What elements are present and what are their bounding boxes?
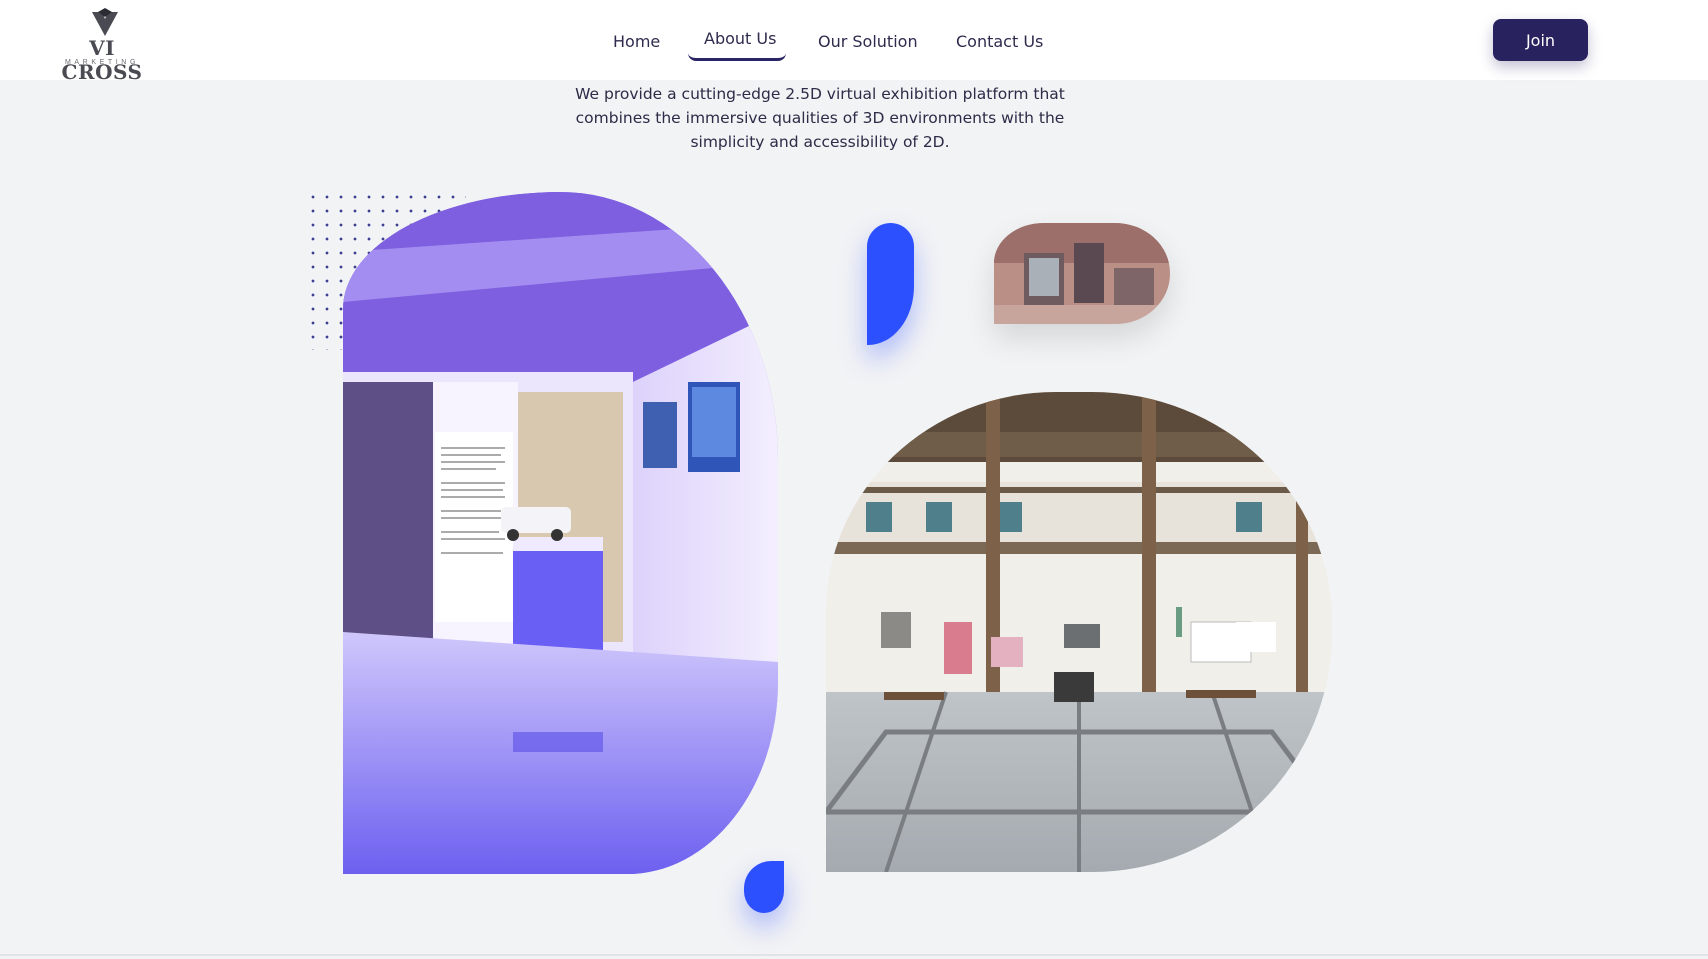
accent-shape-bottom	[744, 861, 784, 913]
accent-shape-top	[867, 223, 914, 345]
exhibition-hall-illustration	[826, 392, 1332, 872]
exhibition-image-hall	[826, 392, 1332, 872]
site-header: VI CROSS MARKETING Home About Us Our Sol…	[0, 0, 1708, 84]
nav-home[interactable]: Home	[613, 32, 660, 51]
nav-contact-us[interactable]: Contact Us	[956, 32, 1043, 51]
logo[interactable]: VI CROSS MARKETING	[46, 6, 166, 84]
exhibition-room-illustration	[343, 192, 778, 874]
nav-our-solution[interactable]: Our Solution	[818, 32, 918, 51]
brand-tagline: MARKETING	[64, 59, 139, 66]
exhibition-image-small	[994, 223, 1170, 324]
join-button[interactable]: Join	[1493, 19, 1588, 61]
nav-about-us[interactable]: About Us	[704, 29, 776, 48]
intro-text: We provide a cutting-edge 2.5D virtual e…	[575, 85, 1065, 151]
page: VI CROSS MARKETING Home About Us Our Sol…	[0, 0, 1708, 959]
exhibition-image-purple	[343, 192, 778, 874]
divider	[0, 954, 1708, 956]
active-nav-indicator	[688, 53, 786, 61]
logo-mark-icon	[92, 8, 118, 36]
studio-illustration	[994, 223, 1170, 324]
